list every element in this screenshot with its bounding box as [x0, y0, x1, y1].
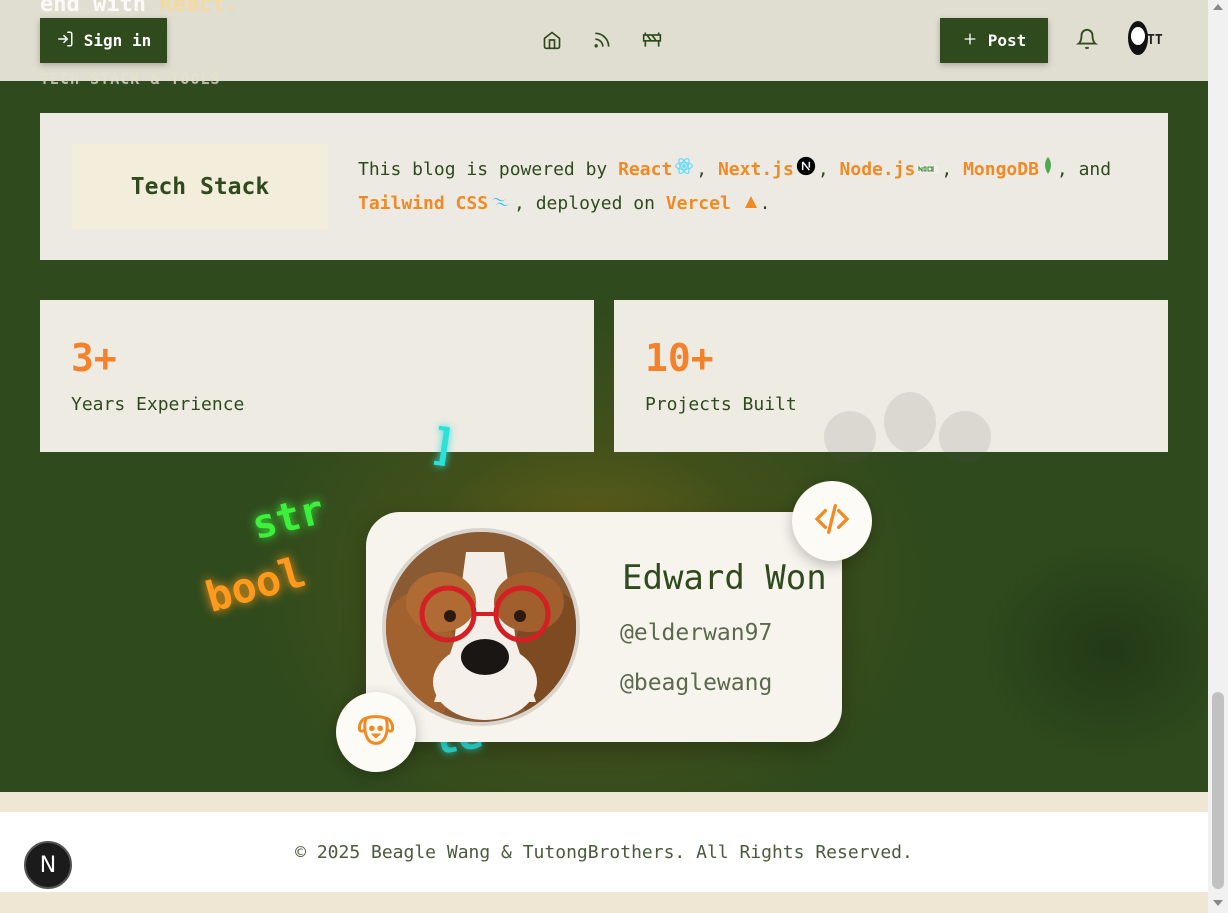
vercel-icon [744, 187, 758, 220]
stat-value: 3+ [71, 336, 117, 380]
stat-card-years: 3+ Years Experience [40, 300, 594, 452]
tailwind-icon [490, 187, 512, 220]
intro-text: This blog is powered by [358, 159, 608, 180]
home-icon[interactable] [540, 26, 564, 54]
period: . [759, 192, 771, 214]
scroll-down-arrow[interactable] [1213, 900, 1223, 906]
sign-in-label: Sign in [83, 31, 152, 50]
mongodb-icon [1041, 154, 1055, 187]
profile-name: Edward Won [622, 558, 827, 598]
user-avatar[interactable]: TT [1125, 20, 1167, 60]
dog-icon [356, 710, 396, 754]
stat-value: 10+ [645, 336, 714, 380]
separator: , [941, 159, 953, 180]
scrollbar[interactable] [1208, 0, 1228, 913]
code-icon [812, 499, 852, 543]
tech-stack-title: Tech Stack [72, 144, 328, 229]
rss-icon[interactable] [590, 26, 614, 54]
post-label: Post [987, 31, 1027, 50]
deployed-on-text: , deployed on [514, 192, 655, 214]
tech-vercel[interactable]: Vercel [666, 193, 731, 214]
dog-badge [336, 692, 416, 772]
tech-tailwind[interactable]: Tailwind CSS [358, 193, 488, 214]
paw-icon [820, 392, 1000, 466]
post-button[interactable]: Post [940, 18, 1048, 63]
beagle-image [386, 532, 576, 722]
floating-word: ] [426, 418, 460, 473]
scroll-up-arrow[interactable] [1213, 4, 1223, 10]
nodejs-icon [917, 154, 940, 187]
floating-word: bool [200, 547, 311, 622]
section-label: TECH STACK & TOOLS [40, 70, 221, 88]
sign-in-icon [56, 30, 74, 52]
stat-label: Years Experience [71, 394, 245, 415]
profile-photo [382, 528, 580, 726]
react-icon [674, 154, 694, 187]
background-shadow [980, 540, 1208, 760]
barrier-icon[interactable] [640, 26, 664, 54]
page: end with React. TECH STACK & TOOLS Sign … [0, 0, 1208, 913]
ghost-heading: end with React. [40, 0, 239, 17]
profile-handle[interactable]: @beaglewang [620, 670, 772, 696]
avatar-initials: TT [1147, 32, 1163, 48]
tech-nextjs[interactable]: Next.js [718, 159, 794, 180]
separator: , [696, 159, 708, 180]
scrollbar-thumb[interactable] [1212, 692, 1224, 889]
tech-stack-description: This blog is powered by React, Next.js , … [358, 153, 1148, 220]
nextjs-icon [796, 154, 816, 187]
copyright-text: © 2025 Beagle Wang & TutongBrothers. All… [295, 841, 913, 863]
nextjs-dev-button[interactable]: N [24, 841, 72, 889]
sign-in-button[interactable]: Sign in [40, 18, 167, 63]
code-badge [792, 481, 872, 561]
and-text: , and [1056, 159, 1112, 180]
tech-react[interactable]: React [618, 159, 672, 180]
tech-nodejs[interactable]: Node.js [840, 159, 916, 180]
footer: © 2025 Beagle Wang & TutongBrothers. All… [0, 812, 1208, 892]
bell-icon[interactable] [1075, 28, 1099, 54]
nav-icons [540, 26, 664, 54]
plus-icon [962, 31, 978, 51]
separator: , [817, 159, 829, 180]
floating-word: str [247, 486, 329, 550]
tech-stack-card: Tech Stack This blog is powered by React… [40, 113, 1168, 260]
stat-label: Projects Built [645, 394, 797, 415]
profile-card: Edward Won @elderwan97 @beaglewang [366, 512, 842, 742]
profile-handle[interactable]: @elderwan97 [620, 620, 772, 646]
tech-mongodb[interactable]: MongoDB [963, 159, 1039, 180]
